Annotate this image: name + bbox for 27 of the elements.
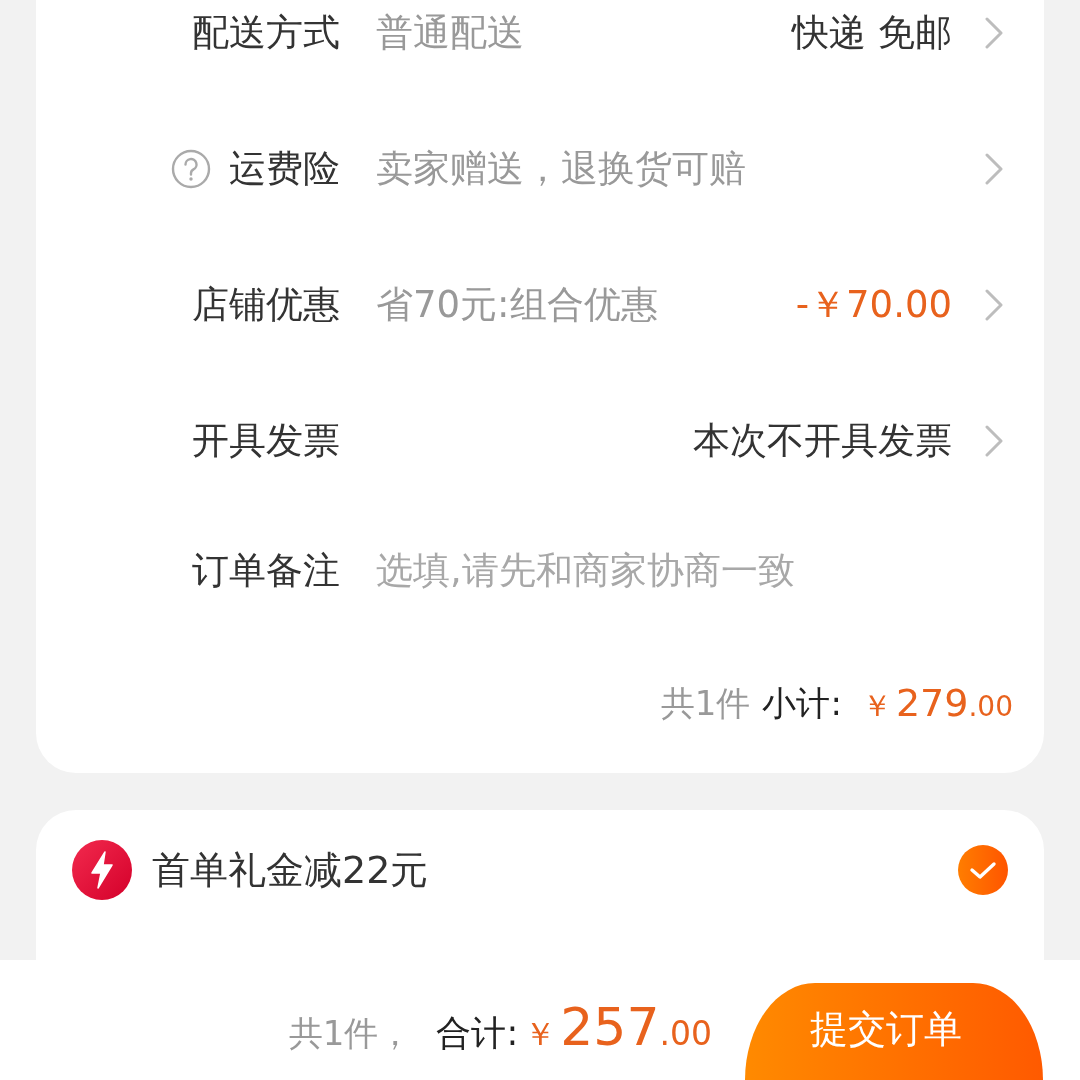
row-value: 卖家赠送，退换货可赔	[376, 146, 746, 192]
row-label: 配送方式	[192, 10, 340, 56]
help-icon[interactable]	[171, 149, 211, 189]
row-value: 省70元:组合优惠	[376, 282, 658, 328]
row-label: 订单备注	[192, 548, 340, 594]
checkmark-icon[interactable]	[958, 845, 1008, 895]
subtotal-label: 小计:	[762, 681, 842, 725]
lightning-icon	[72, 840, 132, 900]
submit-order-button[interactable]: 提交订单	[745, 983, 1043, 1080]
row-detail: 快递 免邮	[792, 10, 952, 56]
chevron-icon[interactable]	[985, 289, 1003, 321]
discount-amount: -￥70.00	[795, 282, 952, 328]
chevron-icon[interactable]	[985, 153, 1003, 185]
total-price: ￥257.00	[524, 996, 712, 1059]
item-count: 共1件	[660, 681, 751, 725]
note-field[interactable]: 选填,请先和商家协商一致	[367, 548, 967, 594]
item-count: 共1件，	[288, 1012, 413, 1055]
gift-title: 首单礼金减22元	[152, 846, 429, 894]
chevron-icon[interactable]	[985, 17, 1003, 49]
row-label: 店铺优惠	[192, 282, 340, 328]
row-value: 普通配送	[376, 10, 524, 56]
subtotal-price: ￥279.00	[861, 679, 1013, 727]
row-label: 运费险	[229, 146, 340, 192]
row-label: 开具发票	[192, 418, 340, 464]
row-detail: 本次不开具发票	[693, 418, 952, 464]
chevron-icon[interactable]	[985, 425, 1003, 457]
total-label: 合计:	[436, 1012, 519, 1055]
